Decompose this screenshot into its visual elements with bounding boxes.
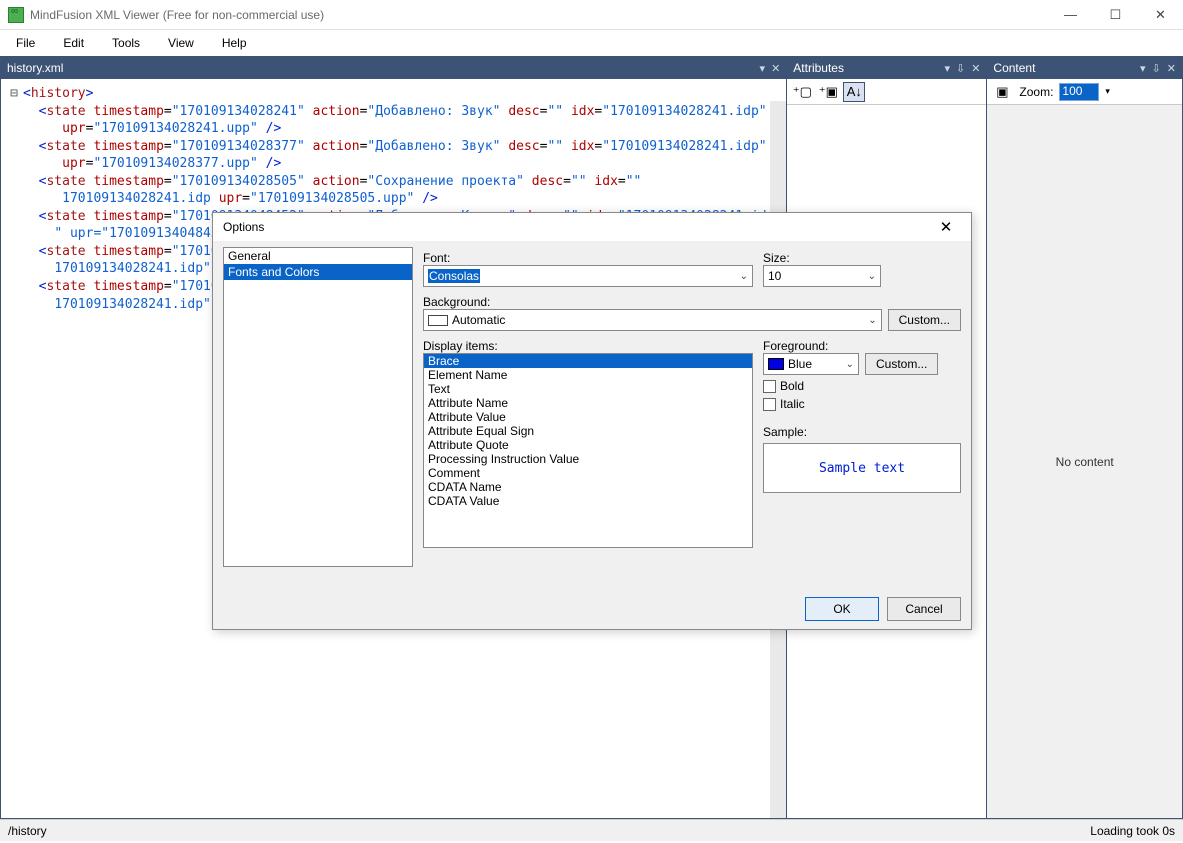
font-label: Font:	[423, 251, 753, 265]
chevron-down-icon: ⌄	[740, 271, 748, 282]
dialog-titlebar[interactable]: Options ✕	[213, 213, 971, 241]
foreground-label: Foreground:	[763, 339, 961, 353]
ok-button[interactable]: OK	[805, 597, 879, 621]
background-custom-button[interactable]: Custom...	[888, 309, 961, 331]
menu-bar: File Edit Tools View Help	[0, 30, 1183, 56]
auto-color-swatch	[428, 315, 448, 326]
dialog-close-button[interactable]: ✕	[931, 218, 961, 236]
sample-label: Sample:	[763, 425, 961, 439]
pane-dropdown-icon[interactable]: ▾	[944, 62, 950, 75]
sort-attr-icon[interactable]: A↓	[843, 82, 865, 102]
menu-tools[interactable]: Tools	[108, 34, 144, 52]
copy-attr-icon[interactable]: ⁺▣	[817, 82, 839, 102]
tab-close-icon[interactable]: ✕	[771, 62, 780, 75]
display-item[interactable]: Comment	[424, 466, 752, 480]
main-tab-header[interactable]: history.xml ▾ ✕	[1, 57, 786, 79]
options-nav-item[interactable]: General	[224, 248, 412, 264]
add-attr-icon[interactable]: ⁺▢	[791, 82, 813, 102]
app-icon	[8, 7, 24, 23]
chevron-down-icon: ⌄	[868, 271, 876, 282]
color-swatch	[768, 358, 784, 370]
options-nav-item[interactable]: Fonts and Colors	[224, 264, 412, 280]
chevron-down-icon: ⌄	[868, 315, 876, 326]
tab-dropdown-icon[interactable]: ▾	[760, 62, 766, 75]
content-body: No content	[987, 105, 1182, 818]
checkbox-icon	[763, 380, 776, 393]
display-item[interactable]: Brace	[424, 354, 752, 368]
display-items-list[interactable]: BraceElement NameTextAttribute NameAttri…	[423, 353, 753, 548]
status-path: /history	[8, 824, 47, 838]
maximize-button[interactable]: ☐	[1093, 0, 1138, 30]
minimize-button[interactable]: —	[1048, 0, 1093, 30]
italic-checkbox[interactable]: Italic	[763, 397, 961, 411]
menu-help[interactable]: Help	[218, 34, 251, 52]
size-select[interactable]: 10 ⌄	[763, 265, 881, 287]
zoom-input[interactable]: 100	[1059, 83, 1099, 101]
copy-content-icon[interactable]: ▣	[991, 82, 1013, 102]
dialog-title: Options	[223, 220, 264, 234]
main-tab-title: history.xml	[7, 61, 63, 75]
status-bar: /history Loading took 0s	[0, 819, 1183, 841]
display-item[interactable]: Text	[424, 382, 752, 396]
pane-pin-icon[interactable]: ⇩	[1152, 62, 1161, 75]
display-items-label: Display items:	[423, 339, 753, 353]
pane-close-icon[interactable]: ✕	[971, 62, 980, 75]
bold-checkbox[interactable]: Bold	[763, 379, 961, 393]
pane-pin-icon[interactable]: ⇩	[956, 62, 965, 75]
menu-edit[interactable]: Edit	[59, 34, 88, 52]
cancel-button[interactable]: Cancel	[887, 597, 961, 621]
pane-dropdown-icon[interactable]: ▾	[1140, 62, 1146, 75]
background-select[interactable]: Automatic ⌄	[423, 309, 882, 331]
background-label: Background:	[423, 295, 961, 309]
attributes-title: Attributes	[793, 61, 844, 75]
status-loading: Loading took 0s	[1090, 824, 1175, 838]
display-item[interactable]: Attribute Value	[424, 410, 752, 424]
title-bar: MindFusion XML Viewer (Free for non-comm…	[0, 0, 1183, 30]
size-label: Size:	[763, 251, 961, 265]
zoom-label: Zoom:	[1019, 85, 1053, 99]
display-item[interactable]: CDATA Name	[424, 480, 752, 494]
content-pane: Content ▾ ⇩ ✕ ▣ Zoom: 100 ▾ No content	[987, 56, 1183, 819]
window-title: MindFusion XML Viewer (Free for non-comm…	[30, 8, 324, 22]
content-title: Content	[993, 61, 1035, 75]
display-item[interactable]: Element Name	[424, 368, 752, 382]
options-nav[interactable]: GeneralFonts and Colors	[223, 247, 413, 567]
sample-preview: Sample text	[763, 443, 961, 493]
foreground-custom-button[interactable]: Custom...	[865, 353, 938, 375]
display-item[interactable]: Attribute Quote	[424, 438, 752, 452]
display-item[interactable]: Attribute Equal Sign	[424, 424, 752, 438]
font-select[interactable]: Consolas ⌄	[423, 265, 753, 287]
display-item[interactable]: Processing Instruction Value	[424, 452, 752, 466]
foreground-select[interactable]: Blue ⌄	[763, 353, 859, 375]
menu-file[interactable]: File	[12, 34, 39, 52]
zoom-dropdown-icon[interactable]: ▾	[1105, 86, 1110, 97]
attributes-toolbar: ⁺▢ ⁺▣ A↓	[787, 79, 986, 105]
close-button[interactable]: ✕	[1138, 0, 1183, 30]
pane-close-icon[interactable]: ✕	[1167, 62, 1176, 75]
no-content-text: No content	[1056, 455, 1114, 469]
menu-view[interactable]: View	[164, 34, 198, 52]
options-dialog: Options ✕ GeneralFonts and Colors Font: …	[212, 212, 972, 630]
checkbox-icon	[763, 398, 776, 411]
chevron-down-icon: ⌄	[846, 359, 854, 370]
display-item[interactable]: Attribute Name	[424, 396, 752, 410]
content-toolbar: ▣ Zoom: 100 ▾	[987, 79, 1182, 105]
display-item[interactable]: CDATA Value	[424, 494, 752, 508]
